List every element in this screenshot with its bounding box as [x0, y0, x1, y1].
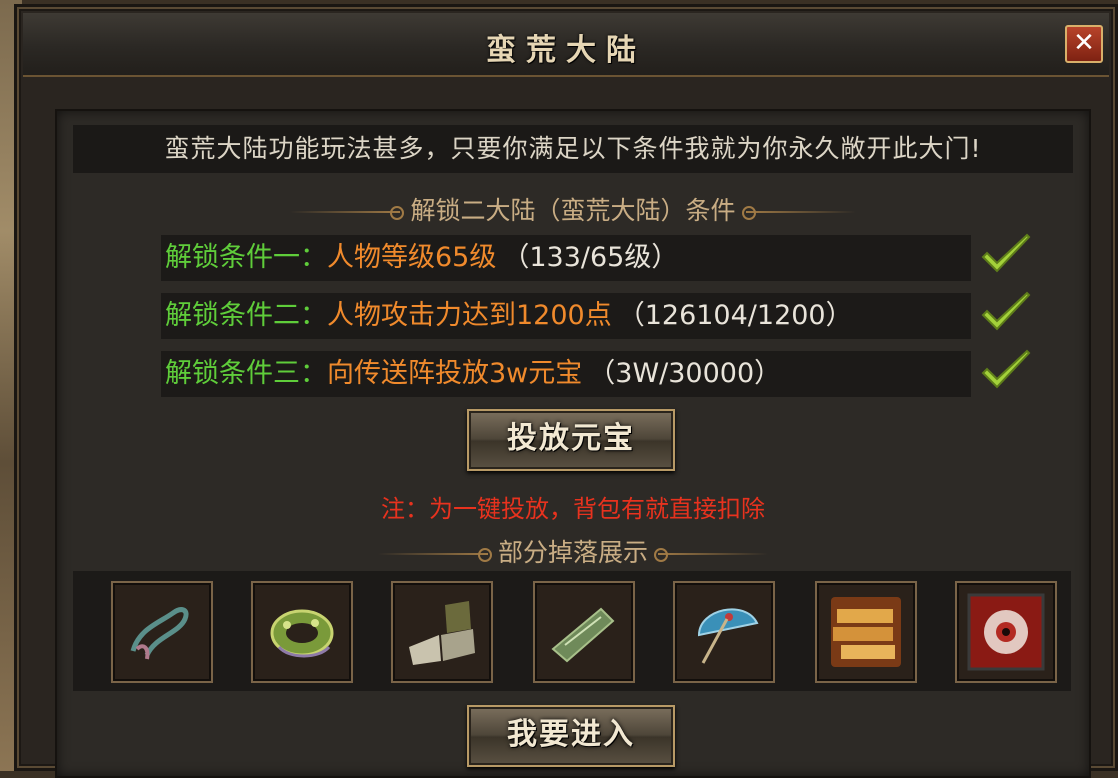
dialog-title: 蛮荒大陆 — [486, 33, 646, 68]
drops-heading-text: 部分掉落展示 — [497, 538, 648, 567]
note-text: 注：为一键投放，背包有就直接扣除 — [381, 495, 765, 523]
ornament-right-icon — [654, 548, 768, 562]
gold-ingots-icon — [831, 597, 901, 667]
ornament-left-icon — [377, 548, 492, 562]
title-bar: 蛮荒大陆 ✕ — [23, 13, 1109, 77]
checkmark-icon — [981, 349, 1031, 389]
drops-row — [73, 571, 1071, 691]
condition-row-3: 解锁条件三：向传送阵投放3w元宝 （3W/30000） — [161, 351, 971, 397]
ribbon-sash-icon — [130, 607, 189, 660]
drop-item-slot[interactable] — [673, 581, 775, 683]
condition-progress: （3W/30000） — [588, 358, 782, 389]
condition-row-2: 解锁条件二：人物攻击力达到1200点 （126104/1200） — [161, 293, 971, 339]
drop-item-slot[interactable] — [955, 581, 1057, 683]
checkmark-icon — [981, 291, 1031, 331]
drop-item-slot[interactable] — [251, 581, 353, 683]
red-eye-icon — [967, 593, 1045, 671]
condition-label: 解锁条件二： — [165, 300, 327, 331]
jade-scroll-icon — [551, 607, 615, 663]
drop-item-slot[interactable] — [815, 581, 917, 683]
mainland-dialog: 蛮荒大陆 ✕ 蛮荒大陆功能玩法甚多，只要你满足以下条件我就为你永久敞开此大门! … — [14, 4, 1118, 778]
condition-label: 解锁条件一： — [165, 242, 327, 273]
ornament-right-icon — [741, 206, 856, 220]
condition-requirement: 向传送阵投放3w元宝 — [327, 358, 583, 389]
unlock-heading: 解锁二大陆（蛮荒大陆）条件 — [57, 191, 1089, 227]
condition-row-1: 解锁条件一：人物等级65级 （133/65级） — [161, 235, 971, 281]
drops-heading: 部分掉落展示 — [57, 533, 1089, 569]
content-panel: 蛮荒大陆功能玩法甚多，只要你满足以下条件我就为你永久敞开此大门! 解锁二大陆（蛮… — [55, 109, 1091, 778]
deposit-ingots-button[interactable]: 投放元宝 — [467, 409, 675, 471]
close-button[interactable]: ✕ — [1065, 25, 1103, 63]
drop-item-slot[interactable] — [533, 581, 635, 683]
ornament-left-icon — [290, 206, 405, 220]
jade-bracelet-icon — [270, 609, 334, 658]
intro-text: 蛮荒大陆功能玩法甚多，只要你满足以下条件我就为你永久敞开此大门! — [73, 125, 1073, 173]
condition-label: 解锁条件三： — [165, 358, 327, 389]
drop-item-slot[interactable] — [111, 581, 213, 683]
condition-requirement: 人物等级65级 — [327, 242, 497, 273]
condition-progress: （133/65级） — [502, 242, 679, 273]
drop-item-slot[interactable] — [391, 581, 493, 683]
checkmark-icon — [981, 233, 1031, 273]
blue-umbrella-icon — [697, 608, 759, 664]
open-book-icon — [409, 601, 475, 665]
unlock-heading-text: 解锁二大陆（蛮荒大陆）条件 — [410, 196, 736, 225]
condition-progress: （126104/1200） — [617, 300, 853, 331]
enter-button[interactable]: 我要进入 — [467, 705, 675, 767]
condition-requirement: 人物攻击力达到1200点 — [327, 300, 612, 331]
